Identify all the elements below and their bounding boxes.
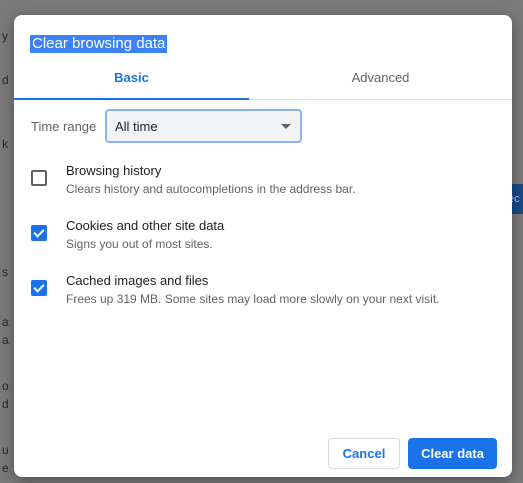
tab-bar: Basic Advanced xyxy=(14,65,512,100)
option-description: Frees up 319 MB. Some sites may load mor… xyxy=(66,292,440,306)
cached-images-checkbox[interactable] xyxy=(31,280,47,296)
background-text: a xyxy=(2,315,9,329)
clear-data-button[interactable]: Clear data xyxy=(408,438,497,469)
background-text: u xyxy=(2,443,9,457)
background-text: e xyxy=(2,461,9,475)
background-text: y xyxy=(2,29,8,43)
background-text: k xyxy=(2,137,8,151)
background-text: s xyxy=(2,265,8,279)
browsing-history-checkbox[interactable] xyxy=(31,170,47,186)
time-range-value: All time xyxy=(115,119,158,134)
option-cached-images: Cached images and files Frees up 319 MB.… xyxy=(30,273,500,313)
option-description: Signs you out of most sites. xyxy=(66,237,213,251)
background-text: d xyxy=(2,73,9,87)
option-browsing-history: Browsing history Clears history and auto… xyxy=(30,163,500,203)
time-range-label: Time range xyxy=(31,119,97,134)
time-range-select[interactable]: All time xyxy=(105,109,302,143)
dropdown-arrow-icon xyxy=(281,124,291,129)
tab-selected-indicator xyxy=(14,98,249,100)
tab-advanced[interactable]: Advanced xyxy=(249,65,512,99)
checkmark-icon xyxy=(33,226,45,238)
tab-advanced-label: Advanced xyxy=(351,70,410,85)
option-title: Browsing history xyxy=(66,163,162,178)
cookies-checkbox[interactable] xyxy=(31,225,47,241)
tab-basic-label: Basic xyxy=(114,70,149,85)
dialog-title: Clear browsing data xyxy=(30,35,168,53)
option-description: Clears history and autocompletions in th… xyxy=(66,182,356,196)
option-cookies: Cookies and other site data Signs you ou… xyxy=(30,218,500,258)
cancel-button[interactable]: Cancel xyxy=(328,438,400,469)
checkmark-icon xyxy=(33,281,45,293)
tab-basic[interactable]: Basic xyxy=(14,65,249,100)
option-title: Cached images and files xyxy=(66,273,209,288)
background-text: d xyxy=(2,397,9,411)
background-text: o xyxy=(2,379,9,393)
background-text: a xyxy=(2,333,9,347)
clear-browsing-data-dialog: Clear browsing data Basic Advanced Time … xyxy=(14,15,512,477)
option-title: Cookies and other site data xyxy=(66,218,225,233)
